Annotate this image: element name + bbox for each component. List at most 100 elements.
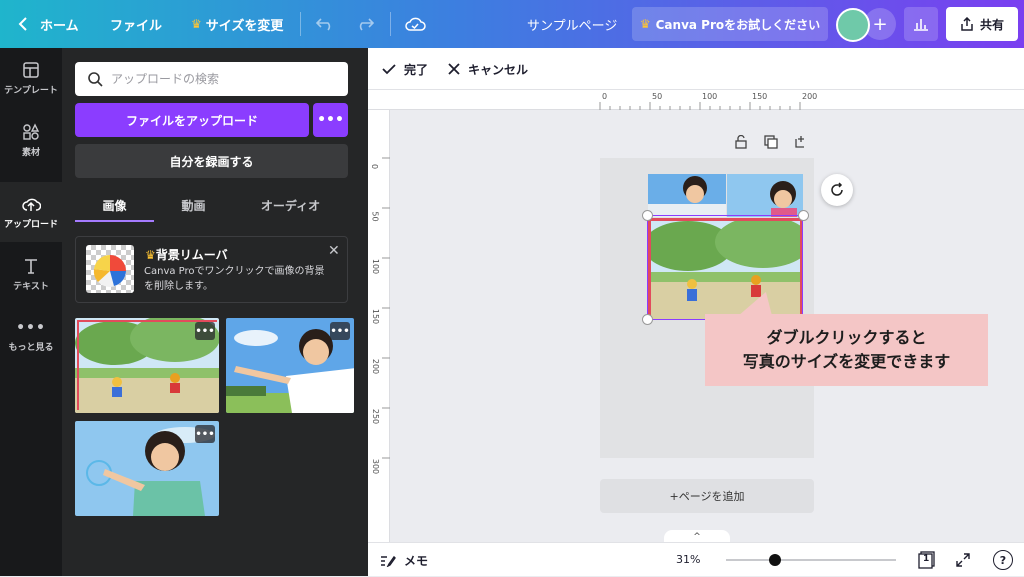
resize-handle[interactable] <box>798 210 809 221</box>
upload-more-button[interactable]: ••• <box>313 103 348 137</box>
girl-photo-element[interactable] <box>727 174 803 217</box>
try-pro-button[interactable]: ♛ Canva Proをお試しください <box>632 7 828 41</box>
search-icon <box>88 72 103 87</box>
share-button[interactable]: 共有 <box>946 7 1018 41</box>
file-menu[interactable]: ファイル <box>110 0 162 48</box>
expand-icon <box>956 553 970 567</box>
add-page-icon[interactable] <box>794 135 808 149</box>
uploaded-image-thumbnail[interactable]: ••• <box>226 318 354 413</box>
top-bar: ホーム ファイル ♛ サイズを変更 サンプルページ ♛ Canva Proをお試… <box>0 0 1024 48</box>
resize-button[interactable]: ♛ サイズを変更 <box>191 0 283 48</box>
ruler-label: 50 <box>652 92 663 101</box>
help-icon: ? <box>993 550 1013 570</box>
elements-icon <box>23 122 40 140</box>
divider <box>300 12 301 36</box>
thumbnail-more-button[interactable]: ••• <box>195 425 215 443</box>
tab-videos[interactable]: 動画 <box>154 188 233 222</box>
resize-label: サイズを変更 <box>205 18 284 34</box>
more-icon: ••• <box>16 319 46 336</box>
ruler-label: 100 <box>371 258 381 275</box>
text-icon <box>25 258 37 274</box>
ruler-label: 150 <box>371 308 381 325</box>
sidebar-item-templates[interactable]: テンプレート <box>0 48 62 108</box>
thumbnail-more-button[interactable]: ••• <box>330 322 350 340</box>
upload-file-button[interactable]: ファイルをアップロード <box>75 103 309 137</box>
sidebar-item-text[interactable]: テキスト <box>0 244 62 304</box>
page-actions <box>734 135 808 149</box>
beach-ball-icon <box>93 254 126 287</box>
help-button[interactable]: ? <box>992 543 1014 577</box>
uploaded-image-thumbnail[interactable]: ••• <box>75 421 219 516</box>
crown-icon: ♛ <box>191 17 202 31</box>
cloud-save-status[interactable] <box>404 0 426 48</box>
instruction-callout: ダブルクリックすると 写真のサイズを変更できます <box>705 314 988 386</box>
avatar[interactable] <box>836 8 870 42</box>
add-page-button[interactable]: +ページを追加 <box>600 479 814 513</box>
ruler-label: 150 <box>752 92 768 101</box>
insights-button[interactable] <box>904 7 938 41</box>
ruler-label: 0 <box>370 163 380 170</box>
promo-description: Canva Proでワンクリックで画像の背景を削除します。 <box>144 266 325 292</box>
search-box[interactable] <box>75 62 348 96</box>
uploaded-image-thumbnail[interactable]: ••• <box>75 318 219 413</box>
uploads-panel: ファイルをアップロード ••• 自分を録画する 画像 動画 オーディオ ♛背景リ… <box>62 48 368 576</box>
ruler-label: 300 <box>371 458 381 475</box>
tab-images[interactable]: 画像 <box>75 188 154 222</box>
ruler-ticks <box>382 157 390 459</box>
sidebar-item-more[interactable]: ••• もっと見る <box>0 306 62 366</box>
ruler-label: 50 <box>370 211 380 222</box>
callout-line: 写真のサイズを変更できます <box>742 352 951 371</box>
divider <box>390 12 391 36</box>
bottom-bar: メモ 31% 1 ? <box>368 542 1024 576</box>
try-pro-label: Canva Proをお試しください <box>655 17 821 32</box>
page-number: 1 <box>923 554 930 564</box>
check-icon <box>382 64 396 75</box>
notes-pencil-icon <box>381 555 396 567</box>
resize-handle[interactable] <box>642 210 653 221</box>
unlock-icon[interactable] <box>734 135 748 149</box>
undo-icon <box>316 18 331 31</box>
vertical-ruler: 0 50 100 150 200 250 300 <box>368 110 390 542</box>
close-icon <box>448 63 460 75</box>
background-remover-promo[interactable]: ♛背景リムーバ Canva Proでワンクリックで画像の背景を削除します。 ✕ <box>75 236 348 303</box>
beach-ball-image <box>86 245 134 293</box>
sidebar-item-elements[interactable]: 素材 <box>0 110 62 170</box>
fullscreen-button[interactable] <box>952 543 974 577</box>
sidebar-item-label: テンプレート <box>4 85 58 96</box>
search-input[interactable] <box>111 72 331 86</box>
upload-cloud-icon <box>22 198 41 211</box>
home-label: ホーム <box>40 18 79 34</box>
duplicate-page-icon[interactable] <box>764 135 778 149</box>
crown-icon: ♛ <box>639 17 651 31</box>
zoom-slider-knob[interactable] <box>769 554 782 566</box>
rotate-button[interactable] <box>821 174 853 206</box>
zoom-slider[interactable] <box>726 554 896 566</box>
boy-photo-image <box>648 174 726 217</box>
redo-button[interactable] <box>356 0 374 48</box>
thumbnail-more-button[interactable]: ••• <box>195 322 215 340</box>
cancel-button[interactable]: キャンセル <box>448 48 528 90</box>
page-count-button[interactable]: 1 <box>916 543 938 577</box>
sidebar-item-label: テキスト <box>13 281 49 292</box>
undo-button[interactable] <box>316 0 334 48</box>
sidebar-item-uploads[interactable]: アップロード <box>0 182 62 242</box>
ruler-label: 200 <box>802 92 818 101</box>
document-title[interactable]: サンプルページ <box>527 0 617 48</box>
ruler-ticks <box>599 102 801 110</box>
close-icon[interactable]: ✕ <box>328 243 340 259</box>
template-icon <box>23 61 39 78</box>
resize-handle[interactable] <box>642 314 653 325</box>
record-yourself-button[interactable]: 自分を録画する <box>75 144 348 178</box>
boy-photo-element[interactable] <box>648 174 726 217</box>
promo-title: ♛背景リムーバ <box>145 246 228 263</box>
sidebar-rail: テンプレート 素材 アップロード テキスト ••• もっと見る <box>0 48 62 576</box>
cancel-label: キャンセル <box>468 62 529 77</box>
home-button[interactable]: ホーム <box>18 0 79 48</box>
callout-line: ダブルクリックすると <box>766 328 927 347</box>
done-button[interactable]: 完了 <box>382 48 428 90</box>
ruler-label: 100 <box>702 92 718 101</box>
tab-audio[interactable]: オーディオ <box>233 188 348 222</box>
selection-frame[interactable] <box>647 215 803 320</box>
notes-button[interactable]: メモ <box>380 543 428 577</box>
zoom-level[interactable]: 31% <box>676 553 700 566</box>
